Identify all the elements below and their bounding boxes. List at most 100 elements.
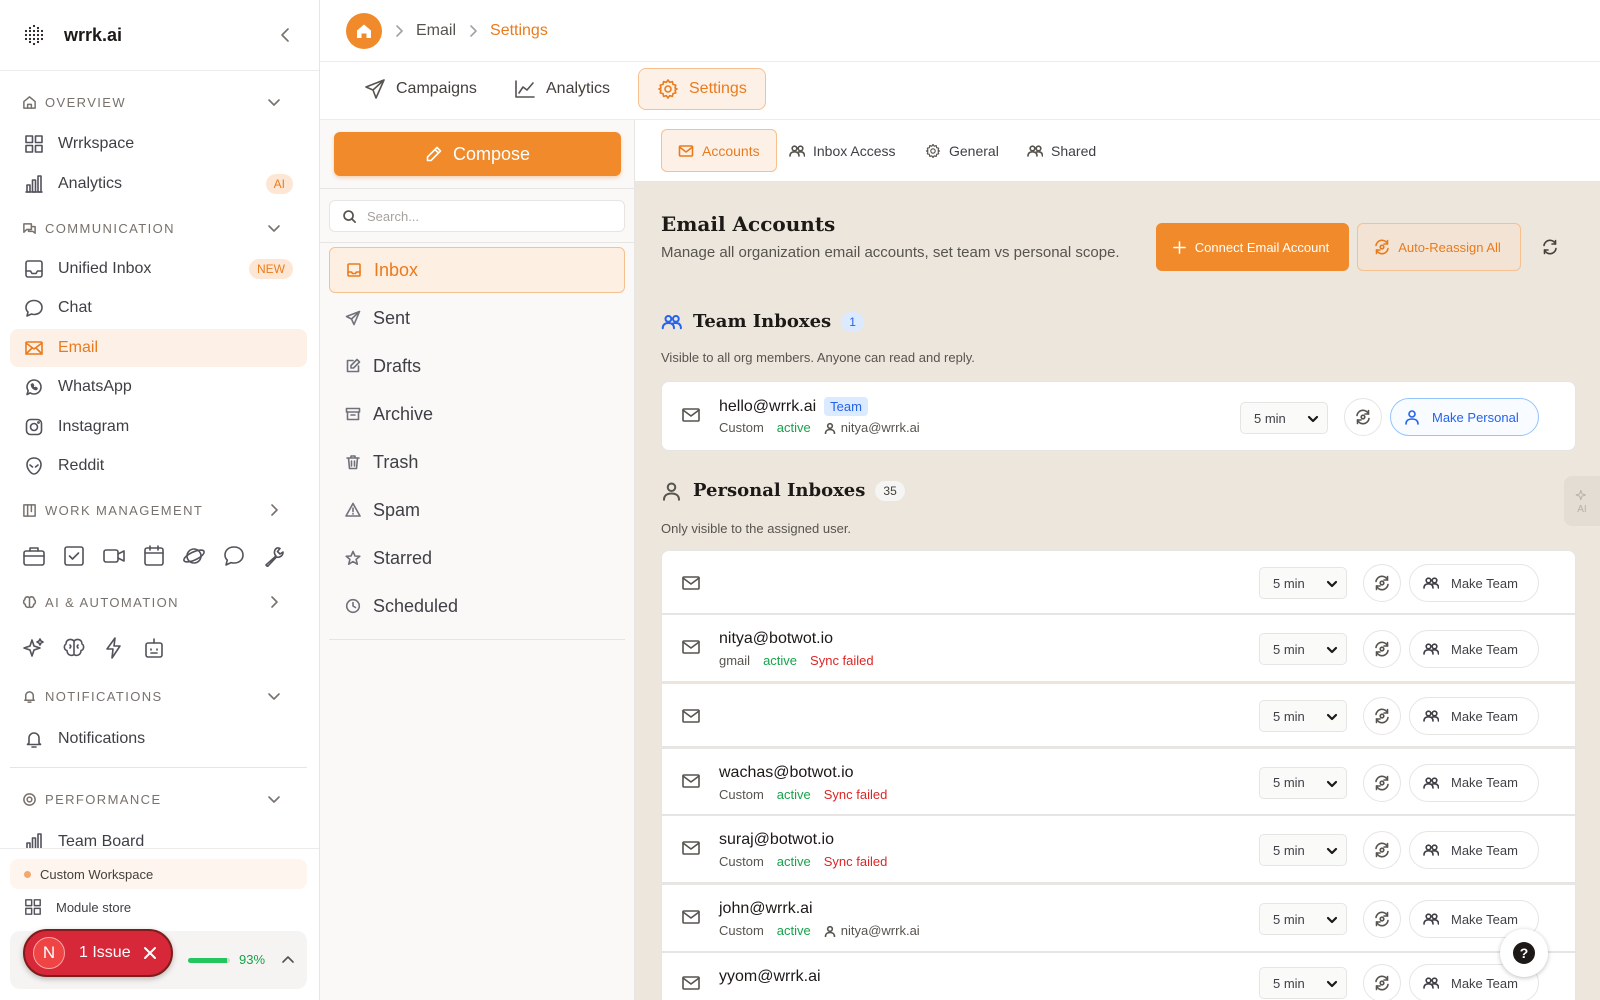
section-title: OVERVIEW bbox=[45, 94, 127, 110]
subtab-label: Shared bbox=[1051, 142, 1097, 159]
reassign-button[interactable] bbox=[1363, 630, 1401, 668]
compose-button[interactable]: Compose bbox=[334, 132, 621, 176]
account-email: suraj@botwot.io bbox=[719, 831, 834, 849]
sidebar-item-analytics[interactable]: Analytics AI bbox=[10, 165, 307, 203]
planet-icon[interactable] bbox=[182, 545, 206, 567]
folder-starred[interactable]: Starred bbox=[329, 535, 625, 581]
reassign-icon bbox=[1375, 239, 1389, 255]
sync-interval-select[interactable]: 5 min bbox=[1259, 567, 1347, 599]
sidebar-item-chat[interactable]: Chat bbox=[10, 289, 307, 327]
sidebar-item-label: Email bbox=[58, 339, 99, 356]
instagram-icon bbox=[25, 418, 43, 436]
sync-interval-select[interactable]: 5 min bbox=[1240, 402, 1328, 434]
tab-settings[interactable]: Settings bbox=[638, 68, 766, 110]
reassign-icon bbox=[1375, 842, 1389, 858]
bolt-icon[interactable] bbox=[102, 637, 126, 659]
make-team-button[interactable]: Make Team bbox=[1409, 763, 1539, 802]
sync-interval-select[interactable]: 5 min bbox=[1259, 700, 1347, 732]
breadcrumb-email[interactable]: Email bbox=[416, 22, 456, 40]
home-icon bbox=[357, 24, 371, 38]
wrench-icon[interactable] bbox=[262, 545, 286, 567]
close-icon[interactable] bbox=[143, 946, 157, 960]
search-input[interactable]: Search... bbox=[329, 200, 625, 232]
section-ai-automation[interactable]: AI & AUTOMATION bbox=[22, 592, 297, 612]
section-title: COMMUNICATION bbox=[45, 220, 175, 236]
make-personal-button[interactable]: Make Personal bbox=[1390, 398, 1539, 436]
chevron-down-icon bbox=[1326, 580, 1338, 588]
reassign-button[interactable] bbox=[1363, 831, 1401, 869]
make-team-button[interactable]: Make Team bbox=[1409, 831, 1539, 869]
sidebar-item-unified-inbox[interactable]: Unified Inbox NEW bbox=[10, 250, 307, 288]
owner-email: nitya@wrrk.ai bbox=[840, 420, 920, 435]
tab-inbox-access[interactable]: Inbox Access bbox=[773, 129, 912, 172]
provider: Custom bbox=[719, 787, 764, 802]
section-communication[interactable]: COMMUNICATION bbox=[22, 218, 297, 238]
sync-interval-select[interactable]: 5 min bbox=[1259, 967, 1347, 999]
section-work-management[interactable]: WORK MANAGEMENT bbox=[22, 500, 297, 520]
tab-campaigns[interactable]: Campaigns bbox=[346, 68, 495, 110]
collapse-sidebar-icon[interactable] bbox=[277, 26, 293, 44]
sync-interval-select[interactable]: 5 min bbox=[1259, 633, 1347, 665]
issue-indicator[interactable]: N 1 Issue bbox=[23, 929, 173, 977]
ai-assistant-tab[interactable]: AI bbox=[1564, 476, 1600, 526]
section-performance[interactable]: PERFORMANCE bbox=[22, 789, 297, 809]
sidebar-item-email[interactable]: Email bbox=[10, 329, 307, 367]
home-button[interactable] bbox=[346, 12, 382, 49]
email-text: suraj@botwot.io bbox=[719, 831, 834, 848]
refresh-icon[interactable] bbox=[1541, 238, 1559, 256]
briefcase-icon[interactable] bbox=[22, 545, 46, 567]
sparkles-icon[interactable] bbox=[22, 637, 46, 659]
robot-icon[interactable] bbox=[142, 637, 166, 659]
checkbox-icon[interactable] bbox=[62, 545, 86, 567]
sidebar-item-notifications[interactable]: Notifications bbox=[10, 720, 307, 758]
sync-interval-select[interactable]: 5 min bbox=[1259, 903, 1347, 935]
folder-inbox[interactable]: Inbox bbox=[329, 247, 625, 293]
tab-accounts[interactable]: Accounts bbox=[661, 129, 777, 172]
users-icon bbox=[661, 314, 682, 329]
sync-interval-select[interactable]: 5 min bbox=[1259, 834, 1347, 866]
issue-label: 1 Issue bbox=[79, 944, 131, 961]
calendar-icon[interactable] bbox=[142, 545, 166, 567]
help-button[interactable]: ? bbox=[1500, 929, 1548, 977]
custom-workspace-item[interactable]: Custom Workspace bbox=[10, 859, 307, 889]
user-icon bbox=[824, 925, 836, 937]
chevron-up-icon[interactable] bbox=[281, 953, 295, 967]
section-notifications[interactable]: NOTIFICATIONS bbox=[22, 686, 297, 706]
make-team-button[interactable]: Make Team bbox=[1409, 630, 1539, 668]
folder-trash[interactable]: Trash bbox=[329, 439, 625, 485]
auto-reassign-all-button[interactable]: Auto-Reassign All bbox=[1357, 223, 1521, 271]
status-active: active bbox=[763, 653, 798, 668]
sidebar-item-wrrkspace[interactable]: Wrrkspace bbox=[10, 125, 307, 163]
folder-spam[interactable]: Spam bbox=[329, 487, 625, 533]
account-email: nitya@botwot.io bbox=[719, 630, 833, 648]
tab-shared[interactable]: Shared bbox=[1011, 129, 1112, 172]
owner: nitya@wrrk.ai bbox=[824, 923, 920, 938]
sidebar-item-instagram[interactable]: Instagram bbox=[10, 408, 307, 446]
brain-icon[interactable] bbox=[62, 637, 86, 659]
folder-sent[interactable]: Sent bbox=[329, 295, 625, 341]
connect-email-account-button[interactable]: Connect Email Account bbox=[1156, 223, 1349, 271]
ai-tab-label: AI bbox=[1577, 503, 1587, 515]
chat-bubble-icon[interactable] bbox=[222, 545, 246, 567]
module-store-item[interactable]: Module store bbox=[24, 898, 131, 916]
folder-scheduled[interactable]: Scheduled bbox=[329, 583, 625, 629]
star-icon bbox=[345, 550, 361, 565]
video-icon[interactable] bbox=[102, 545, 126, 567]
folder-drafts[interactable]: Drafts bbox=[329, 343, 625, 389]
make-team-button[interactable]: Make Team bbox=[1409, 697, 1539, 735]
tab-general[interactable]: General bbox=[909, 129, 1015, 172]
tab-analytics[interactable]: Analytics bbox=[496, 68, 628, 110]
make-team-button[interactable]: Make Team bbox=[1409, 564, 1539, 602]
account-meta: gmail active Sync failed bbox=[719, 653, 874, 668]
reassign-button[interactable] bbox=[1344, 398, 1382, 436]
reassign-button[interactable] bbox=[1363, 697, 1401, 735]
reassign-button[interactable] bbox=[1363, 964, 1401, 1000]
folder-archive[interactable]: Archive bbox=[329, 391, 625, 437]
sidebar-item-whatsapp[interactable]: WhatsApp bbox=[10, 368, 307, 406]
sync-interval-select[interactable]: 5 min bbox=[1259, 766, 1347, 799]
section-overview[interactable]: OVERVIEW bbox=[22, 92, 297, 112]
reassign-button[interactable] bbox=[1363, 900, 1401, 938]
sidebar-item-reddit[interactable]: Reddit bbox=[10, 447, 307, 485]
reassign-button[interactable] bbox=[1363, 564, 1401, 602]
reassign-button[interactable] bbox=[1363, 763, 1401, 802]
